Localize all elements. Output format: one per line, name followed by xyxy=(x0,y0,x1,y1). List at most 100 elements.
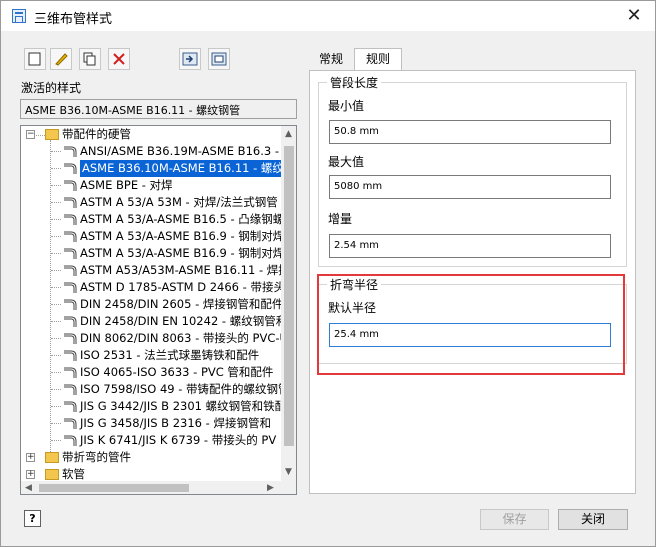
root-expander[interactable]: − xyxy=(26,130,35,139)
tree-connector xyxy=(51,355,61,356)
horizontal-scroll-thumb[interactable] xyxy=(39,484,189,492)
active-style-label: 激活的样式 xyxy=(21,81,82,95)
tree-connector xyxy=(51,202,61,203)
pipe-style-icon xyxy=(64,282,77,293)
folder-icon xyxy=(45,469,59,480)
tree-connector xyxy=(51,406,61,407)
new-style-button[interactable] xyxy=(24,48,46,70)
tree-group-label: 软管 xyxy=(62,467,85,481)
tree-connector xyxy=(51,440,61,441)
delete-style-button[interactable] xyxy=(108,48,130,70)
segment-length-title: 管段长度 xyxy=(327,74,382,91)
export-style-button[interactable] xyxy=(208,48,230,70)
tree-connector xyxy=(51,270,61,271)
scroll-right-arrow-icon[interactable]: ▶ xyxy=(267,482,274,494)
tree-style-label: ASME BPE - 对焊 xyxy=(80,178,173,192)
import-icon xyxy=(182,52,198,66)
pipe-style-icon xyxy=(64,384,77,395)
tab-rules[interactable]: 规则 xyxy=(354,48,402,70)
tree-connector xyxy=(51,338,61,339)
app-icon xyxy=(12,9,26,23)
import-style-button[interactable] xyxy=(179,48,201,70)
tree-style-label: ISO 2531 - 法兰式球墨铸铁和配件 xyxy=(80,348,260,362)
group-expander[interactable]: + xyxy=(26,470,35,479)
scroll-left-arrow-icon[interactable]: ◀ xyxy=(25,482,32,494)
pipe-style-icon xyxy=(64,333,77,344)
pipe-style-icon xyxy=(64,248,77,259)
scroll-corner xyxy=(281,481,296,494)
delete-x-icon xyxy=(113,53,125,65)
edit-style-button[interactable] xyxy=(50,48,72,70)
tree-connector xyxy=(51,168,61,169)
tree-style-label: ASTM A 53/A 53M - 对焊/法兰式钢管 xyxy=(80,195,278,209)
scroll-up-arrow-icon[interactable]: ▲ xyxy=(285,128,292,140)
tree-style-label: ASTM A 53/A-ASME B16.5 - 凸缘钢螺纹 xyxy=(80,212,281,226)
tree-root-label: 带配件的硬管 xyxy=(62,127,131,141)
tree-connector xyxy=(51,185,61,186)
pipe-style-icon xyxy=(64,197,77,208)
tree-style-label: DIN 2458/DIN 2605 - 焊接钢管和配件 xyxy=(80,297,281,311)
increment-field[interactable]: 2.54 mm xyxy=(329,234,611,258)
tree-connector xyxy=(51,389,61,390)
max-value-field[interactable]: 5080 mm xyxy=(329,175,611,199)
tab-general[interactable]: 常规 xyxy=(309,49,353,70)
horizontal-scrollbar[interactable]: ◀ ▶ xyxy=(21,481,281,494)
tree-style-label: ISO 7598/ISO 49 - 带铸配件的螺纹钢管 xyxy=(80,382,281,396)
pipe-style-icon xyxy=(64,350,77,361)
tree-group-label: 带折弯的管件 xyxy=(62,450,131,464)
min-value-field[interactable]: 50.8 mm xyxy=(329,120,611,144)
style-tree-content: − 带配件的硬管 ANSI/ASME B36.19M-ASME B16.3 - … xyxy=(21,126,281,481)
pipe-style-icon xyxy=(64,401,77,412)
tree-style-label: JIS G 3458/JIS B 2316 - 焊接钢管和 xyxy=(80,416,271,430)
tree-connector xyxy=(51,253,61,254)
new-style-icon xyxy=(28,52,41,66)
tree-style-label: ASTM A53/A53M-ASME B16.11 - 焊接钢管 xyxy=(80,263,281,277)
tree-style-label: DIN 8062/DIN 8063 - 带接头的 PVC-U xyxy=(80,331,281,345)
vertical-scroll-thumb[interactable] xyxy=(284,146,294,446)
pipe-style-icon xyxy=(64,367,77,378)
vertical-scrollbar[interactable]: ▲ ▼ xyxy=(281,126,296,481)
folder-icon xyxy=(45,129,59,140)
pipe-style-icon xyxy=(64,214,77,225)
copy-style-button[interactable] xyxy=(79,48,101,70)
tree-style-label: ISO 4065-ISO 3633 - PVC 管和配件 xyxy=(80,365,274,379)
tree-style-label: JIS G 3442/JIS B 2301 螺纹钢管和铁配 xyxy=(80,399,281,413)
group-expander[interactable]: + xyxy=(26,453,35,462)
tree-connector xyxy=(51,372,61,373)
export-icon xyxy=(211,52,227,66)
pipe-style-icon xyxy=(64,418,77,429)
title-bar: 三维布管样式 ✕ xyxy=(1,1,655,31)
tree-connector xyxy=(51,321,61,322)
tree-style-label: ASTM A 53/A-ASME B16.9 - 钢制对焊管 xyxy=(80,229,281,243)
bend-radius-highlight-box xyxy=(317,274,625,375)
tree-style-label: ANSI/ASME B36.19M-ASME B16.3 - 带铁 xyxy=(80,144,281,158)
pipe-style-icon xyxy=(64,163,77,174)
tree-style-label: ASTM D 1785-ASTM D 2466 - 带接头的 xyxy=(80,280,281,294)
tree-style-label: DIN 2458/DIN EN 10242 - 螺纹钢管和 xyxy=(80,314,281,328)
tree-connector xyxy=(51,219,61,220)
pipe-style-icon xyxy=(64,180,77,191)
segment-length-group: 管段长度 最小值 50.8 mm 最大值 5080 mm 增量 2.54 mm xyxy=(318,74,627,267)
tree-connector xyxy=(51,236,61,237)
pipe-style-dialog: 三维布管样式 ✕ 激活的样式 ASME B36.10M-ASME B16.11 … xyxy=(0,0,656,547)
max-value-label: 最大值 xyxy=(328,155,365,169)
dialog-title: 三维布管样式 xyxy=(34,12,113,27)
tree-style-label: JIS K 6741/JIS K 6739 - 带接头的 PV xyxy=(80,433,277,447)
tree-connector xyxy=(51,304,61,305)
style-tree[interactable]: − 带配件的硬管 ANSI/ASME B36.19M-ASME B16.3 - … xyxy=(20,125,297,495)
help-button[interactable]: ? xyxy=(24,510,41,527)
close-icon[interactable]: ✕ xyxy=(623,6,645,26)
pipe-style-icon xyxy=(64,146,77,157)
close-button[interactable]: 关闭 xyxy=(558,509,628,530)
pipe-style-icon xyxy=(64,231,77,242)
save-button[interactable]: 保存 xyxy=(480,509,549,530)
edit-pencil-icon xyxy=(55,53,68,66)
pipe-style-icon xyxy=(64,435,77,446)
copy-style-icon xyxy=(83,52,96,66)
tree-connector xyxy=(51,287,61,288)
min-value-label: 最小值 xyxy=(328,99,365,113)
folder-icon xyxy=(45,452,59,463)
tree-style-label: ASME B36.10M-ASME B16.11 - 螺纹 xyxy=(80,160,281,177)
tree-connector xyxy=(51,423,61,424)
scroll-down-arrow-icon[interactable]: ▼ xyxy=(285,466,292,478)
